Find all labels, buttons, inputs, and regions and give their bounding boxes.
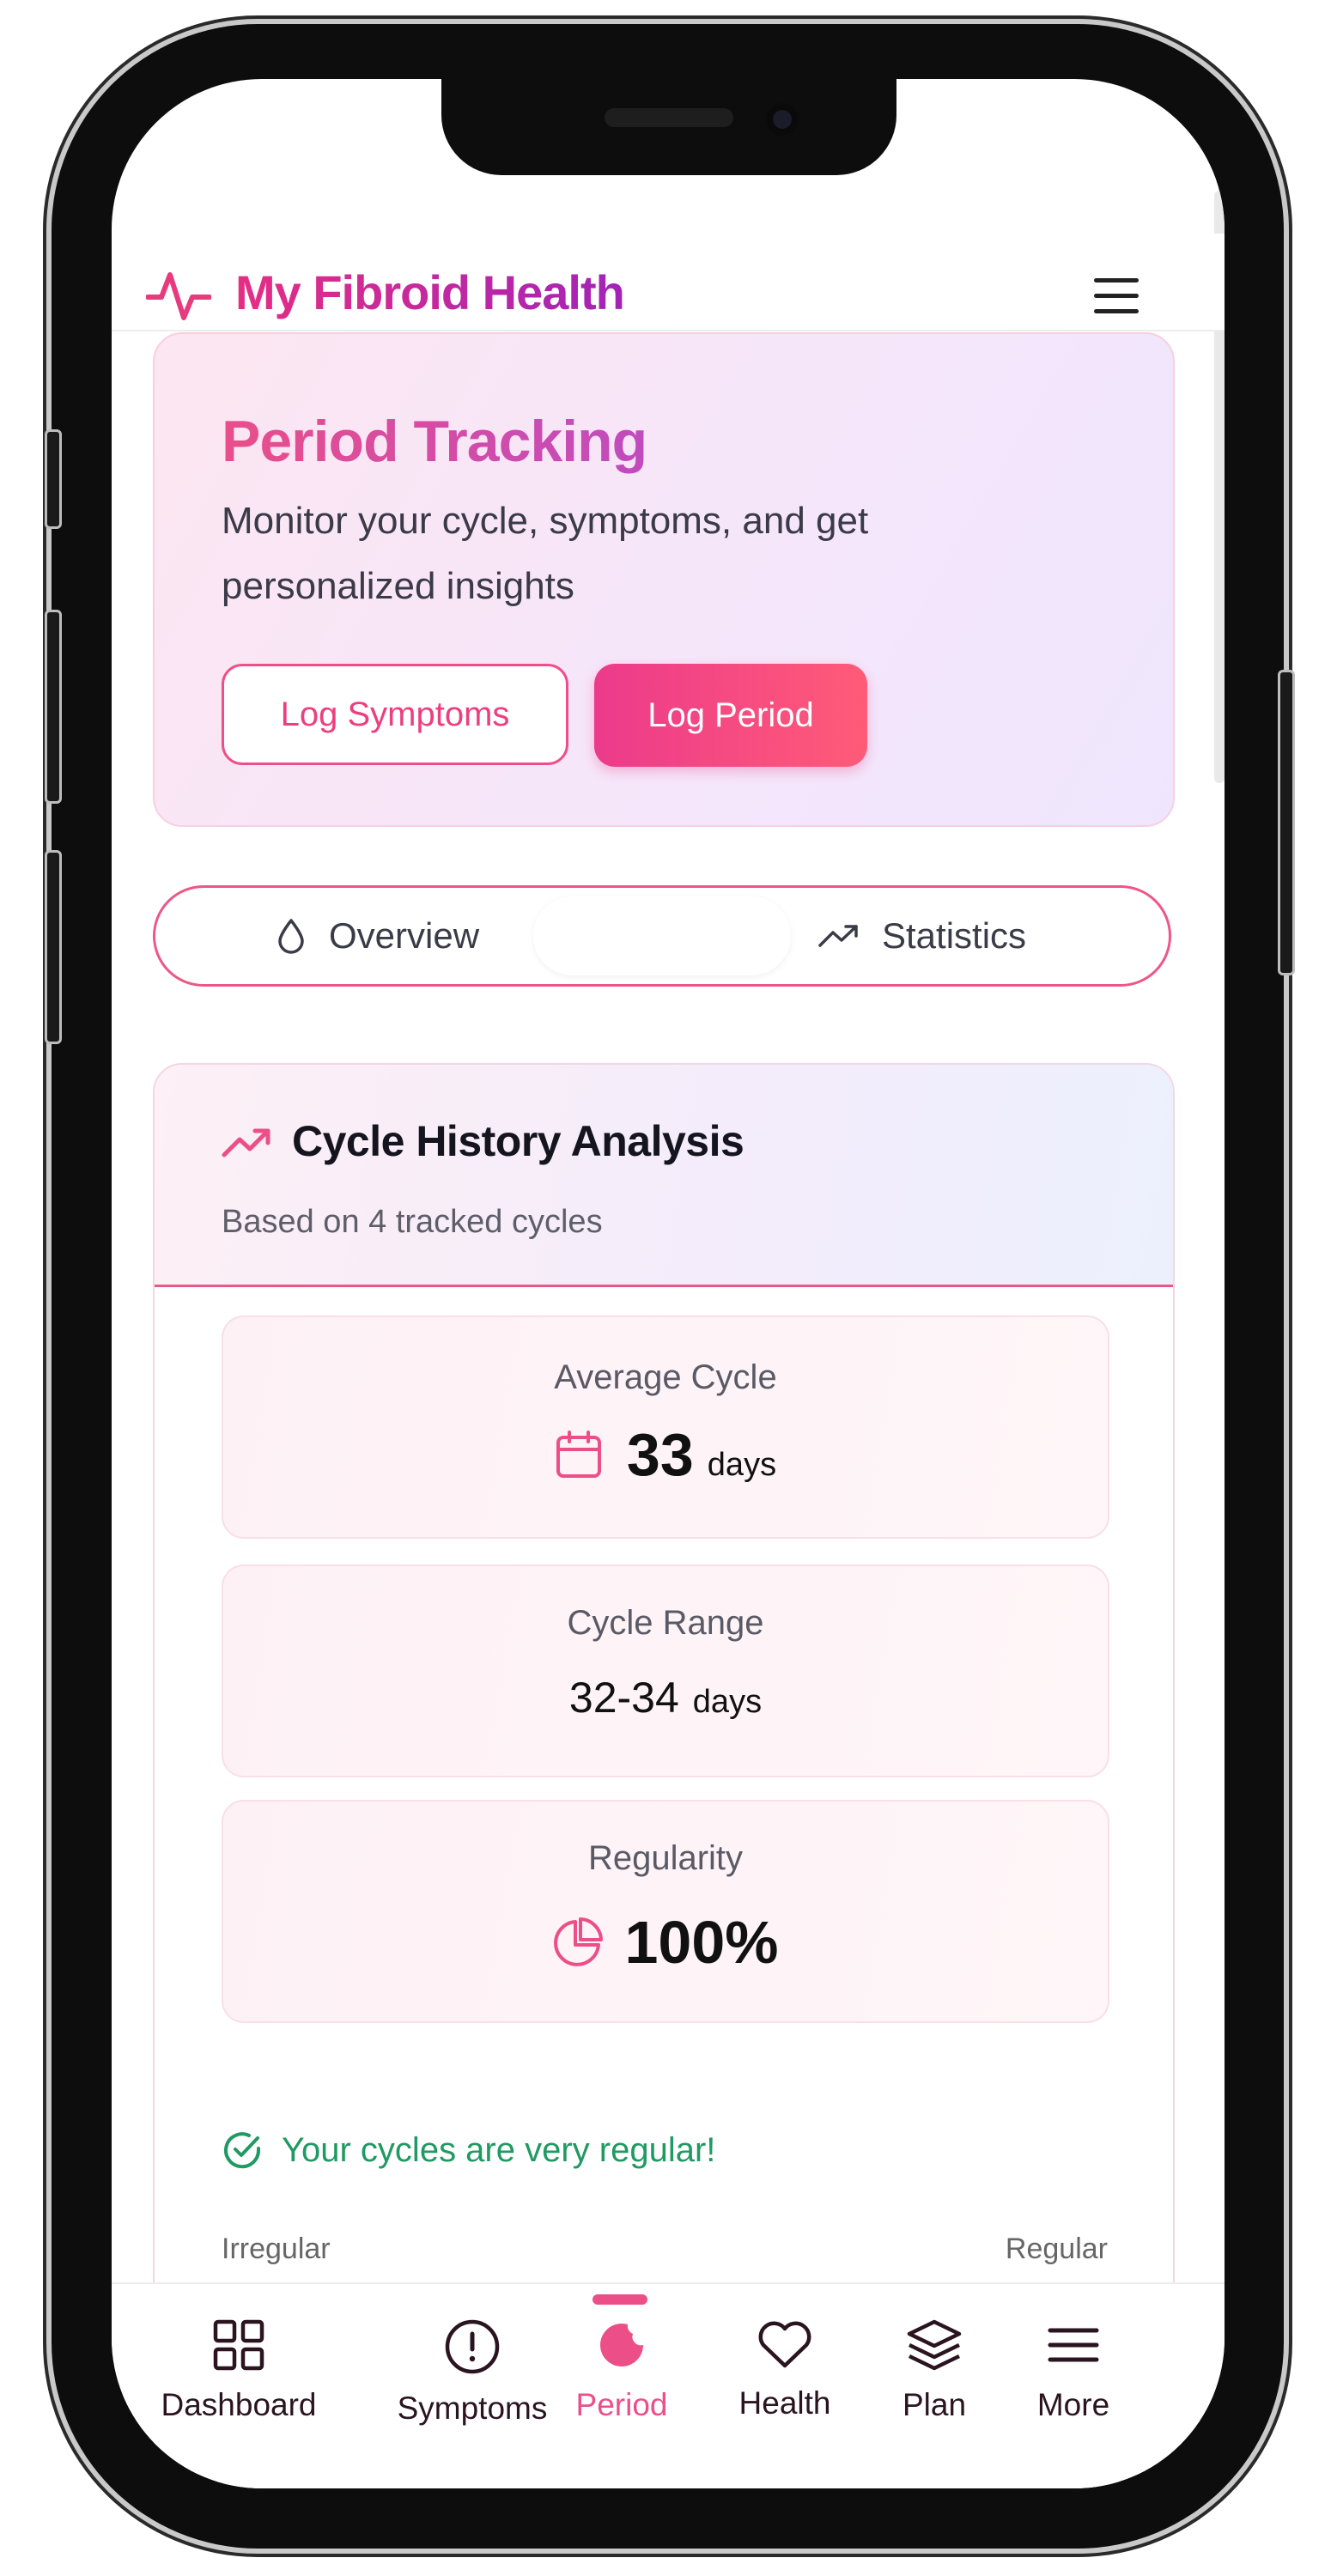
nav-more-label: More: [1036, 2387, 1110, 2422]
nav-dashboard-label: Dashboard: [161, 2387, 317, 2422]
regularity-value: 100%: [624, 1909, 779, 1976]
card-title: Cycle History Analysis: [292, 1117, 744, 1165]
activity-icon: [146, 272, 211, 320]
log-symptoms-button[interactable]: Log Symptoms: [222, 664, 568, 765]
nav-period-label: Period: [575, 2387, 668, 2422]
stat-label: Cycle Range: [567, 1604, 764, 1642]
average-cycle-unit: days: [707, 1447, 777, 1483]
nav-health-label: Health: [738, 2385, 831, 2421]
tab-indicator: [533, 896, 791, 975]
trending-up-icon: [818, 925, 858, 947]
view-tabs: Overview Statistics: [153, 885, 1171, 987]
droplet-icon: [278, 919, 304, 954]
card-subtitle: Based on 4 tracked cycles: [222, 1204, 603, 1240]
heart-icon: [758, 2321, 811, 2368]
menu-bar: [1094, 278, 1139, 283]
hero-card: Period Tracking Monitor your cycle, symp…: [153, 332, 1175, 827]
stat-value-row: 100%: [223, 1908, 1108, 1977]
scale-label-regular: Regular: [1005, 2233, 1108, 2265]
menu-bar: [1094, 294, 1139, 298]
nav-dashboard[interactable]: Dashboard: [153, 2284, 325, 2423]
speaker-grille: [605, 108, 733, 127]
pie-chart-icon: [554, 1917, 604, 1966]
nav-health[interactable]: Health: [699, 2284, 871, 2421]
log-period-button[interactable]: Log Period: [594, 664, 867, 767]
average-cycle-stat: Average Cycle 33 days: [222, 1315, 1109, 1539]
calendar-icon: [556, 1431, 601, 1478]
bottom-navigation: Dashboard Symptoms Period Health Plan Mo…: [112, 2282, 1225, 2488]
page-title: Period Tracking: [222, 409, 647, 474]
cycle-range-value: 32-34: [568, 1674, 679, 1722]
regularity-stat: Regularity 100%: [222, 1800, 1109, 2023]
menu-bar: [1094, 309, 1139, 313]
app-header: My Fibroid Health: [112, 234, 1225, 331]
page-subtitle: Monitor your cycle, symptoms, and get pe…: [222, 500, 869, 607]
tab-overview-label: Overview: [329, 915, 480, 956]
hamburger-menu-button[interactable]: [1091, 278, 1142, 316]
silent-switch: [45, 429, 62, 529]
front-camera: [766, 103, 799, 136]
stat-value-row: 32-34 days: [223, 1673, 1108, 1722]
stat-value-row: 33 days: [223, 1420, 1108, 1489]
card-header: Cycle History Analysis Based on 4 tracke…: [155, 1065, 1173, 1287]
trending-up-icon: [222, 1128, 270, 1157]
grid-icon: [213, 2319, 264, 2371]
volume-down-button: [45, 850, 62, 1044]
tab-statistics-label: Statistics: [882, 915, 1027, 956]
app-title[interactable]: My Fibroid Health: [235, 264, 625, 320]
power-button: [1278, 670, 1295, 975]
tab-statistics[interactable]: Statistics: [818, 888, 1026, 984]
camera-notch: [441, 79, 896, 175]
stat-label: Average Cycle: [554, 1358, 777, 1396]
cycle-range-stat: Cycle Range 32-34 days: [222, 1564, 1109, 1777]
scale-label-irregular: Irregular: [222, 2233, 331, 2265]
regularity-message-text: Your cycles are very regular!: [282, 2130, 716, 2169]
tab-overview[interactable]: Overview: [276, 888, 479, 984]
period-icon: [600, 2324, 643, 2366]
layers-icon: [907, 2319, 962, 2371]
nav-symptoms-label: Symptoms: [397, 2391, 548, 2426]
average-cycle-value: 33: [626, 1421, 694, 1488]
volume-up-button: [45, 610, 62, 804]
regularity-message: Your cycles are very regular!: [222, 2129, 715, 2171]
check-circle-icon: [224, 2132, 261, 2169]
nav-period[interactable]: Period: [536, 2284, 708, 2423]
stat-label: Regularity: [587, 1839, 744, 1877]
nav-symptoms[interactable]: Symptoms: [386, 2284, 558, 2427]
menu-icon: [1048, 2328, 1099, 2362]
nav-more[interactable]: More: [988, 2284, 1159, 2423]
alert-circle-icon: [445, 2319, 500, 2374]
cycle-range-unit: days: [692, 1684, 763, 1720]
screen: My Fibroid Health Period Tracking Monito…: [112, 79, 1225, 2488]
cycle-history-card: Cycle History Analysis Based on 4 tracke…: [153, 1063, 1175, 2488]
